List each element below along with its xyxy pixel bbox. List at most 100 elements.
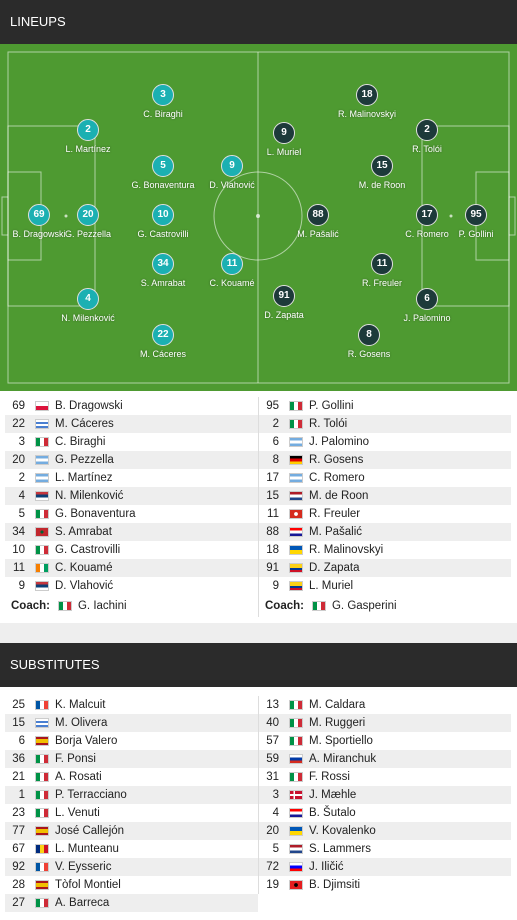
- pitch-player[interactable]: 2 R. Tolói: [382, 119, 472, 155]
- player-row[interactable]: 59 A. Miranchuk: [259, 750, 511, 768]
- player-number: 23: [12, 807, 25, 819]
- pitch-player[interactable]: 11 C. Kouamé: [187, 253, 277, 289]
- player-row[interactable]: 1 P. Terracciano: [5, 786, 258, 804]
- player-row[interactable]: 28 Tòfol Montiel: [5, 876, 258, 894]
- player-row[interactable]: 18 R. Malinovskyi: [259, 541, 511, 559]
- coach-label: Coach:: [265, 600, 304, 612]
- player-row[interactable]: 4 B. Šutalo: [259, 804, 511, 822]
- player-row[interactable]: 67 L. Munteanu: [5, 840, 258, 858]
- pitch-player[interactable]: 18 R. Malinovskyi: [322, 84, 412, 120]
- pitch-player[interactable]: 22 M. Cáceres: [118, 324, 208, 360]
- player-row[interactable]: 57 M. Sportiello: [259, 732, 511, 750]
- coach-name[interactable]: G. Iachini: [78, 595, 127, 617]
- player-row[interactable]: 2 L. Martínez: [5, 469, 258, 487]
- player-row[interactable]: 6 Borja Valero: [5, 732, 258, 750]
- player-row[interactable]: 15 M. de Roon: [259, 487, 511, 505]
- player-row[interactable]: 13 M. Caldara: [259, 696, 511, 714]
- player-row[interactable]: 92 V. Eysseric: [5, 858, 258, 876]
- netherlands-flag-icon: [289, 491, 303, 501]
- pitch-player[interactable]: 6 J. Palomino: [382, 288, 472, 324]
- player-row[interactable]: 91 D. Zapata: [259, 559, 511, 577]
- uruguay-flag-icon: [35, 419, 49, 429]
- player-row[interactable]: 31 F. Rossi: [259, 768, 511, 786]
- player-row[interactable]: 2 R. Tolói: [259, 415, 511, 433]
- player-number: 72: [266, 861, 279, 873]
- player-row[interactable]: 20 G. Pezzella: [5, 451, 258, 469]
- player-number: 4: [18, 490, 25, 502]
- player-row[interactable]: 77 José Callejón: [5, 822, 258, 840]
- player-name: B. Dragowski: [55, 400, 123, 412]
- player-row[interactable]: 17 C. Romero: [259, 469, 511, 487]
- player-row[interactable]: 15 M. Olivera: [5, 714, 258, 732]
- pitch-player[interactable]: 9 L. Muriel: [239, 122, 329, 158]
- player-row[interactable]: 34 S. Amrabat: [5, 523, 258, 541]
- player-name: Borja Valero: [55, 735, 118, 747]
- slovenia-flag-icon: [289, 862, 303, 872]
- player-row[interactable]: 11 R. Freuler: [259, 505, 511, 523]
- player-row[interactable]: 11 C. Kouamé: [5, 559, 258, 577]
- player-number: 67: [12, 843, 25, 855]
- player-row[interactable]: 72 J. Iličić: [259, 858, 511, 876]
- player-name: R. Freuler: [361, 278, 402, 288]
- player-name: N. Milenković: [55, 490, 124, 502]
- player-number-badge: 2: [416, 119, 438, 141]
- player-row[interactable]: 40 M. Ruggeri: [259, 714, 511, 732]
- france-flag-icon: [35, 700, 49, 710]
- player-row[interactable]: 25 K. Malcuit: [5, 696, 258, 714]
- player-row[interactable]: 8 R. Gosens: [259, 451, 511, 469]
- player-number: 8: [272, 454, 279, 466]
- pitch-player[interactable]: 8 R. Gosens: [324, 324, 414, 360]
- pitch-player[interactable]: 17 C. Romero: [382, 204, 472, 240]
- player-row[interactable]: 3 J. Mæhle: [259, 786, 511, 804]
- italy-flag-icon: [289, 419, 303, 429]
- player-row[interactable]: 69 B. Dragowski: [5, 397, 258, 415]
- player-row[interactable]: 5 G. Bonaventura: [5, 505, 258, 523]
- pitch-player[interactable]: 3 C. Biraghi: [118, 84, 208, 120]
- coach-row: Coach: G. Iachini: [5, 595, 258, 617]
- player-name: G. Pezzella: [55, 454, 114, 466]
- pitch-player[interactable]: 91 D. Zapata: [239, 285, 329, 321]
- serbia-flag-icon: [35, 491, 49, 501]
- pitch-player[interactable]: 11 R. Freuler: [337, 253, 427, 289]
- pitch-player[interactable]: 88 M. Pašalić: [273, 204, 363, 240]
- player-row[interactable]: 27 A. Barreca: [5, 894, 258, 912]
- substitutes-list: 25 K. Malcuit 15 M. Olivera 6 Borja Valero 36 F…: [0, 696, 517, 916]
- pitch-player[interactable]: 2 L. Martínez: [43, 119, 133, 155]
- player-row[interactable]: 6 J. Palomino: [259, 433, 511, 451]
- pitch-player[interactable]: 10 G. Castrovilli: [118, 204, 208, 240]
- player-name: G. Castrovilli: [55, 544, 121, 556]
- player-row[interactable]: 36 F. Ponsi: [5, 750, 258, 768]
- player-row[interactable]: 19 B. Djimsiti: [259, 876, 511, 894]
- player-row[interactable]: 22 M. Cáceres: [5, 415, 258, 433]
- player-row[interactable]: 20 V. Kovalenko: [259, 822, 511, 840]
- morocco-flag-icon: [35, 527, 49, 537]
- pitch-player[interactable]: 9 D. Vlahović: [187, 155, 277, 191]
- player-row[interactable]: 4 N. Milenković: [5, 487, 258, 505]
- player-row[interactable]: 9 D. Vlahović: [5, 577, 258, 595]
- pitch-player[interactable]: 4 N. Milenković: [43, 288, 133, 324]
- player-number: 1: [18, 789, 25, 801]
- player-name: C. Romero: [405, 229, 449, 239]
- player-row[interactable]: 21 A. Rosati: [5, 768, 258, 786]
- away-substitutes: 13 M. Caldara 40 M. Ruggeri 57 M. Sportiello 5…: [258, 696, 511, 894]
- player-number: 11: [267, 508, 279, 520]
- france-flag-icon: [35, 862, 49, 872]
- player-number: 6: [272, 436, 279, 448]
- pitch-player[interactable]: 15 M. de Roon: [337, 155, 427, 191]
- coach-name[interactable]: G. Gasperini: [332, 595, 397, 617]
- italy-flag-icon: [35, 898, 49, 908]
- player-row[interactable]: 9 L. Muriel: [259, 577, 511, 595]
- player-row[interactable]: 23 L. Venuti: [5, 804, 258, 822]
- player-number-badge: 18: [356, 84, 378, 106]
- player-name: D. Vlahović: [209, 180, 255, 190]
- lineup-list: 69 B. Dragowski 22 M. Cáceres 3 C. Biraghi 20 G…: [0, 397, 517, 623]
- player-row[interactable]: 10 G. Castrovilli: [5, 541, 258, 559]
- player-number: 17: [266, 472, 279, 484]
- pitch: 69 B. Dragowski 20 G. Pezzella 2 L. Martínez 4…: [0, 44, 517, 391]
- player-row[interactable]: 3 C. Biraghi: [5, 433, 258, 451]
- player-row[interactable]: 5 S. Lammers: [259, 840, 511, 858]
- player-row[interactable]: 95 P. Gollini: [259, 397, 511, 415]
- italy-flag-icon: [35, 545, 49, 555]
- player-row[interactable]: 88 M. Pašalić: [259, 523, 511, 541]
- player-name: R. Gosens: [309, 454, 364, 466]
